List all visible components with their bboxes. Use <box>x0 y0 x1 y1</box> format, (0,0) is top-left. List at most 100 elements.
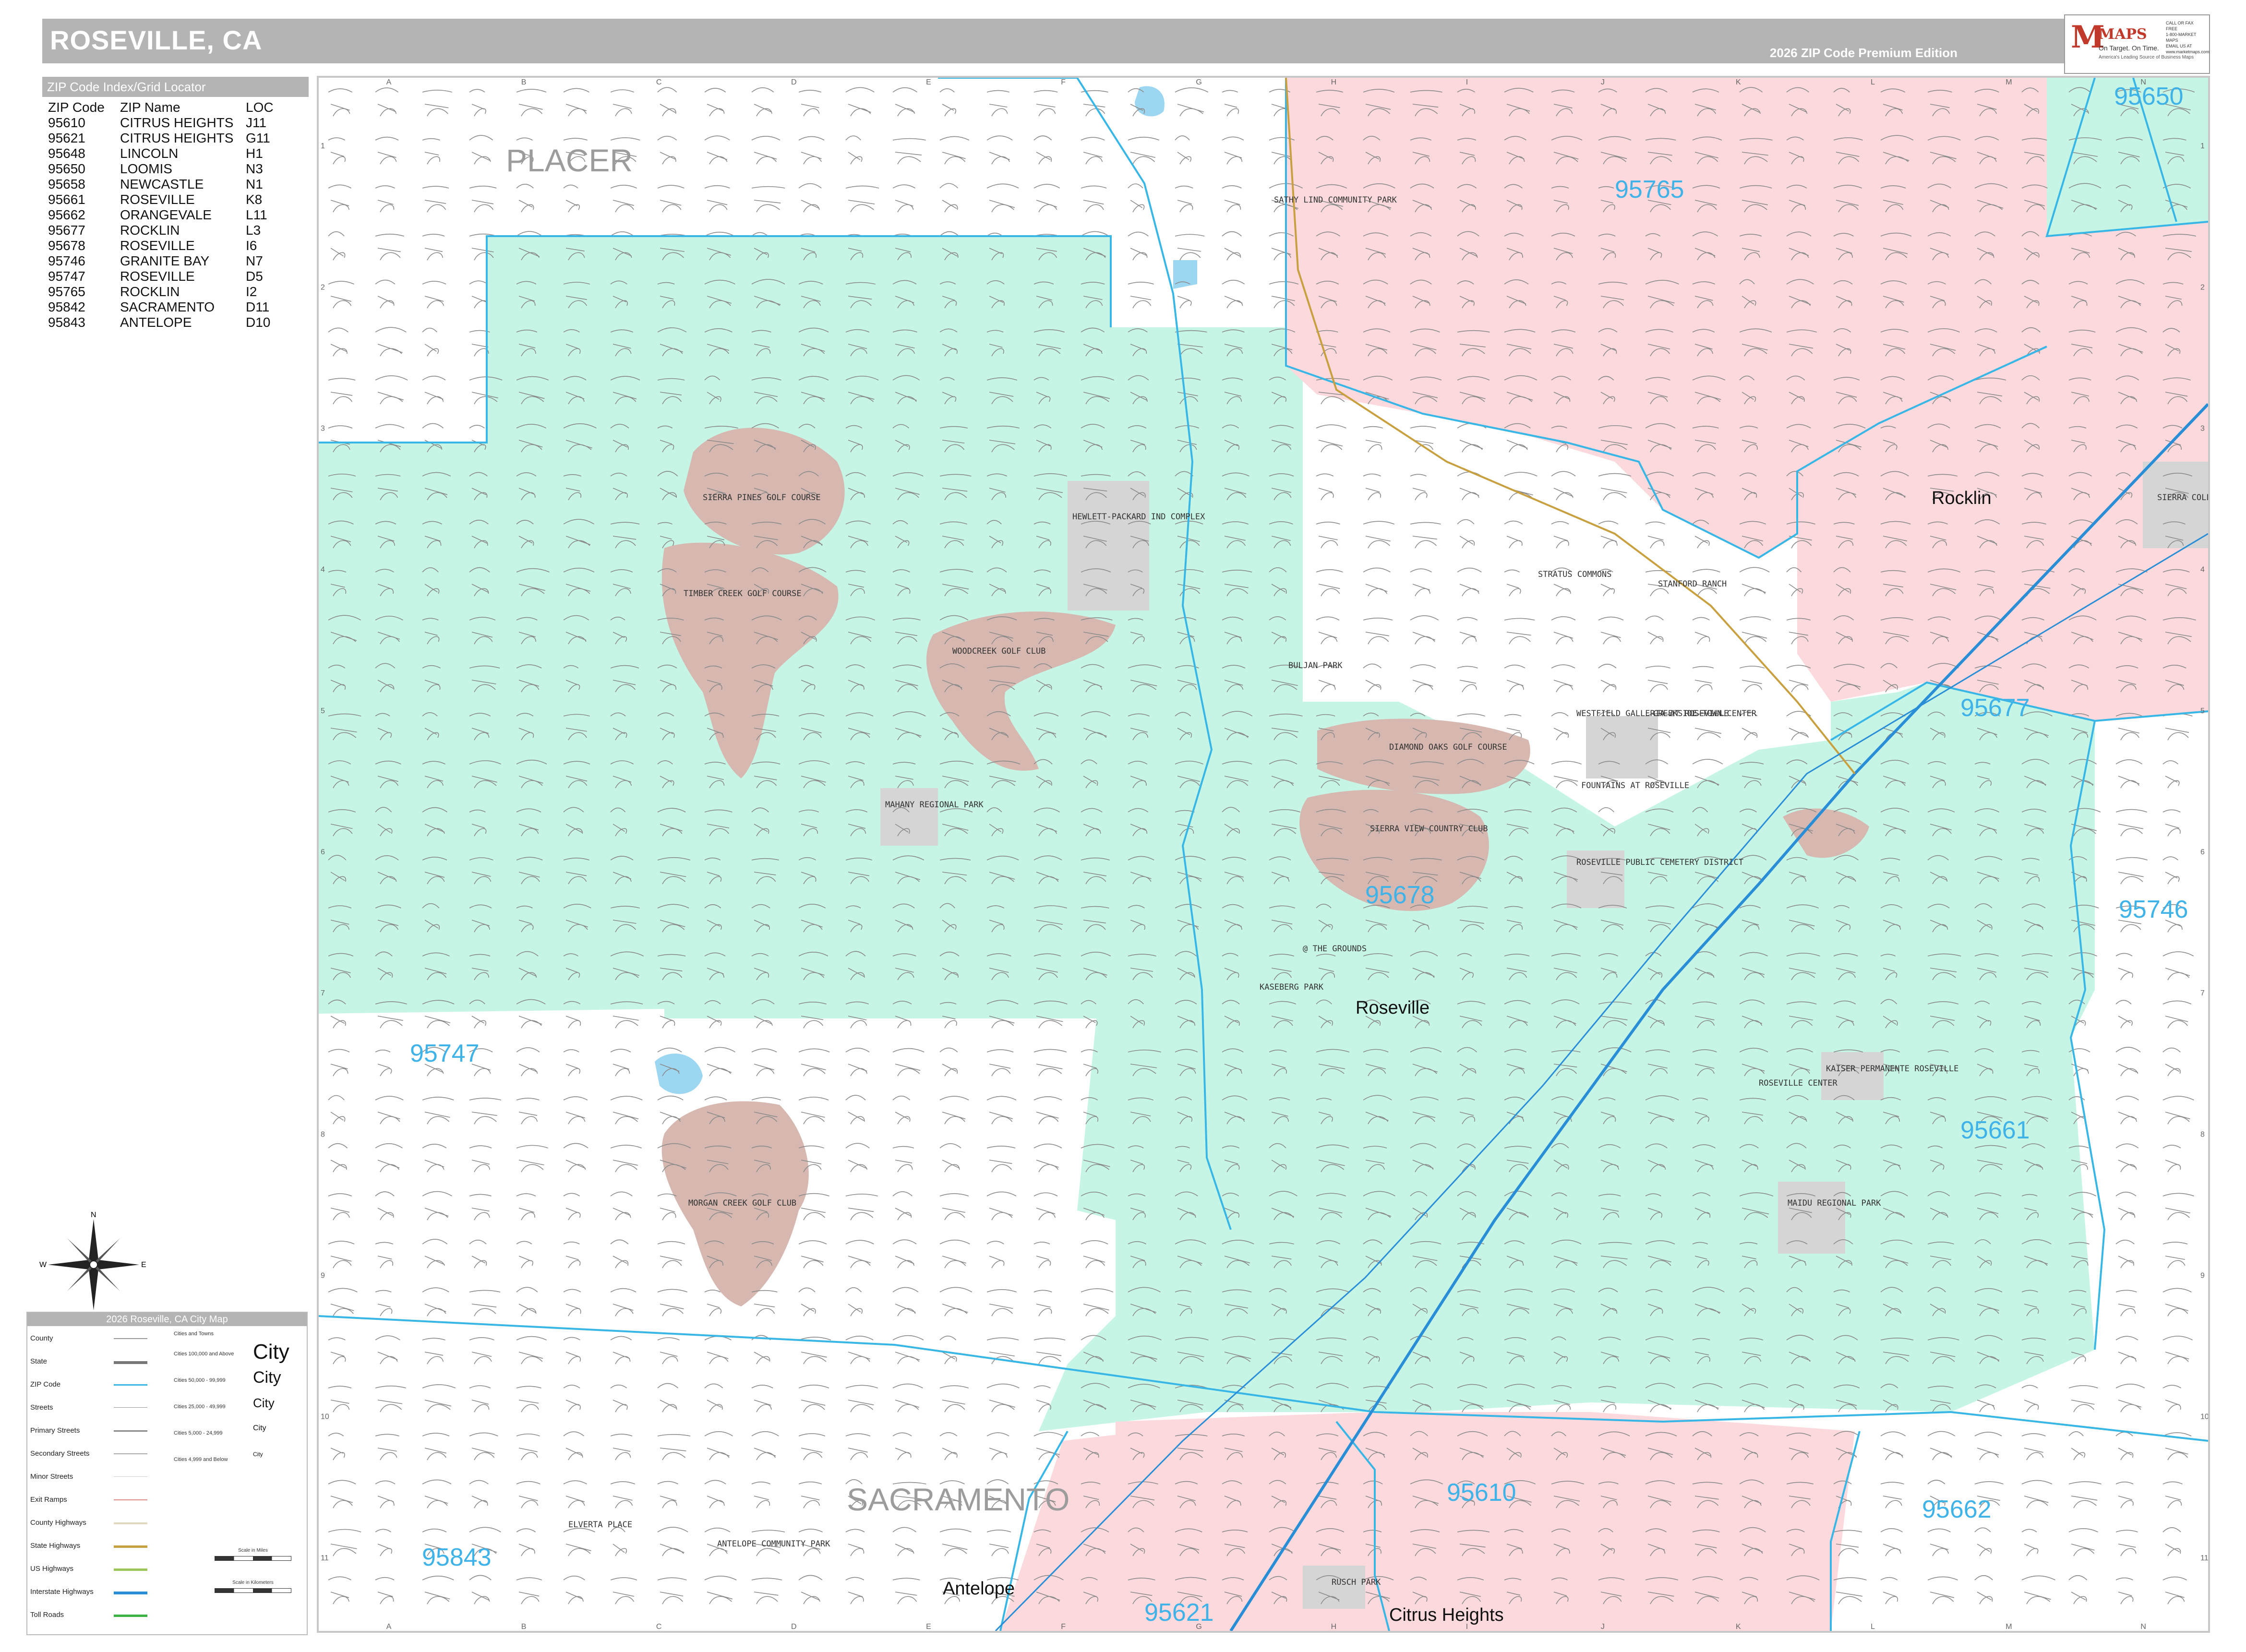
street-segment <box>751 1385 773 1413</box>
zip-index-row: 95658 NEWCASTLE N1 <box>48 177 274 192</box>
zip-code-cell: 95765 <box>48 284 85 299</box>
legend-line-swatch <box>114 1476 147 1477</box>
legend-city-size-range: Cities 25,000 - 49,999 <box>174 1404 226 1410</box>
grid-row-label: 6 <box>2200 848 2205 856</box>
grid-column-label: F <box>1061 78 1066 86</box>
street-segment <box>1363 663 1381 693</box>
street-segment <box>657 136 677 165</box>
zip-index-row: 95621 CITRUS HEIGHTS G11 <box>48 131 274 146</box>
legend-item-label: Minor Streets <box>30 1472 73 1481</box>
street-segment <box>516 1287 538 1317</box>
street-segment <box>798 136 825 165</box>
street-segment <box>328 1049 350 1077</box>
street-segment <box>422 89 452 117</box>
street-segment <box>845 1287 863 1317</box>
map-frame[interactable]: ABCDEFGHIJKLMN ABCDEFGHIJKLMN 1234567891… <box>317 76 2210 1633</box>
street-segment <box>516 1047 540 1077</box>
street-segment <box>1410 568 1432 597</box>
zip-index-row: 95746 GRANITE BAY N7 <box>48 253 274 269</box>
street-segment <box>657 185 685 213</box>
poi-label: ROSEVILLE CENTER <box>1759 1078 1838 1088</box>
zip-index-row: 95677 ROCKLIN L3 <box>48 223 274 238</box>
street-segment <box>1880 1577 1898 1604</box>
street-segment <box>939 1528 972 1556</box>
street-segment <box>375 1434 399 1460</box>
legend-line-swatch <box>114 1615 147 1617</box>
street-segment <box>2021 1575 2055 1604</box>
grid-column-label: D <box>791 1623 797 1631</box>
street-segment <box>892 138 926 165</box>
zip-code-cell: 95650 <box>48 161 85 176</box>
street-segment <box>2162 1576 2187 1604</box>
zip-name-cell: ROCKLIN <box>120 284 180 299</box>
zip-name-cell: GRANITE BAY <box>120 253 210 268</box>
street-segment <box>1363 426 1383 453</box>
legend-city-size-range: Cities 50,000 - 99,999 <box>174 1377 226 1383</box>
street-segment <box>1551 471 1576 501</box>
legend-scale: Scale in Miles Scale in Kilometers <box>205 1548 301 1610</box>
poi-label: @ THE GROUNDS <box>1303 944 1367 954</box>
street-segment <box>610 1288 637 1317</box>
loc-cell: I2 <box>246 284 257 299</box>
street-segment <box>939 1240 970 1269</box>
street-segment <box>1880 1431 1906 1460</box>
street-segment <box>2115 1336 2138 1365</box>
loc-cell: D11 <box>246 299 270 314</box>
street-segment <box>2162 713 2193 741</box>
market-maps-logo[interactable]: M MAPS On Target. On Time. CALL OR FAX F… <box>2064 14 2210 74</box>
street-segment <box>1316 424 1346 453</box>
grid-row-label: 5 <box>321 707 325 715</box>
street-segment <box>1128 183 1145 213</box>
street-segment <box>1033 1290 1052 1317</box>
street-segment <box>2115 1481 2134 1508</box>
street-segment <box>986 1241 1005 1269</box>
street-segment <box>1504 618 1535 645</box>
zip-name-cell: ORANGEVALE <box>120 207 212 222</box>
street-segment <box>892 1146 914 1173</box>
street-segment <box>1880 1482 1904 1508</box>
street-segment <box>563 1143 589 1173</box>
street-segment <box>751 1335 771 1365</box>
loc-cell: J11 <box>246 115 267 130</box>
legend-item-label: Toll Roads <box>30 1611 64 1619</box>
grid-column-label: F <box>1061 1623 1066 1631</box>
street-segment <box>1316 616 1340 645</box>
street-segment <box>375 1529 393 1556</box>
grid-column-label: C <box>656 1623 662 1631</box>
street-segment <box>422 1384 456 1413</box>
street-segment <box>939 1047 958 1077</box>
street-segment <box>1316 521 1340 549</box>
street-segment <box>610 89 634 117</box>
grid-row-label: 3 <box>321 424 325 432</box>
loc-cell: N7 <box>246 253 263 268</box>
legend-city-size-range: Cities 4,999 and Below <box>174 1457 228 1462</box>
street-segment <box>657 1193 677 1221</box>
loc-cell: K8 <box>246 192 263 207</box>
map-canvas[interactable]: ABCDEFGHIJKLMN ABCDEFGHIJKLMN 1234567891… <box>319 78 2208 1631</box>
grid-column-label: J <box>1601 78 1605 86</box>
street-segment <box>2115 1384 2145 1413</box>
street-segment <box>939 1287 973 1317</box>
legend-item-label: County <box>30 1334 53 1342</box>
pond-water-2 <box>1173 260 1197 289</box>
street-segment <box>1033 1096 1062 1125</box>
legend-city-sample: City <box>253 1451 263 1458</box>
street-segment <box>516 184 534 213</box>
street-segment <box>328 1480 356 1508</box>
street-segment <box>469 1575 492 1604</box>
grid-row-label: 3 <box>2200 424 2205 432</box>
street-segment <box>704 1047 736 1077</box>
zip-name-cell: SACRAMENTO <box>120 299 215 314</box>
street-segment <box>798 1048 830 1077</box>
street-segment <box>1128 231 1149 261</box>
street-segment <box>1927 1576 1958 1604</box>
legend-city-size-range: Cities 5,000 - 24,999 <box>174 1430 223 1436</box>
zip-code-cell: 95658 <box>48 177 85 192</box>
street-segment <box>751 87 774 117</box>
street-segment <box>2162 1385 2182 1413</box>
street-segment <box>892 1191 913 1221</box>
street-segment <box>1033 1242 1051 1269</box>
grid-column-label: C <box>656 78 662 86</box>
street-segment <box>2162 1096 2194 1125</box>
street-segment <box>469 185 497 213</box>
